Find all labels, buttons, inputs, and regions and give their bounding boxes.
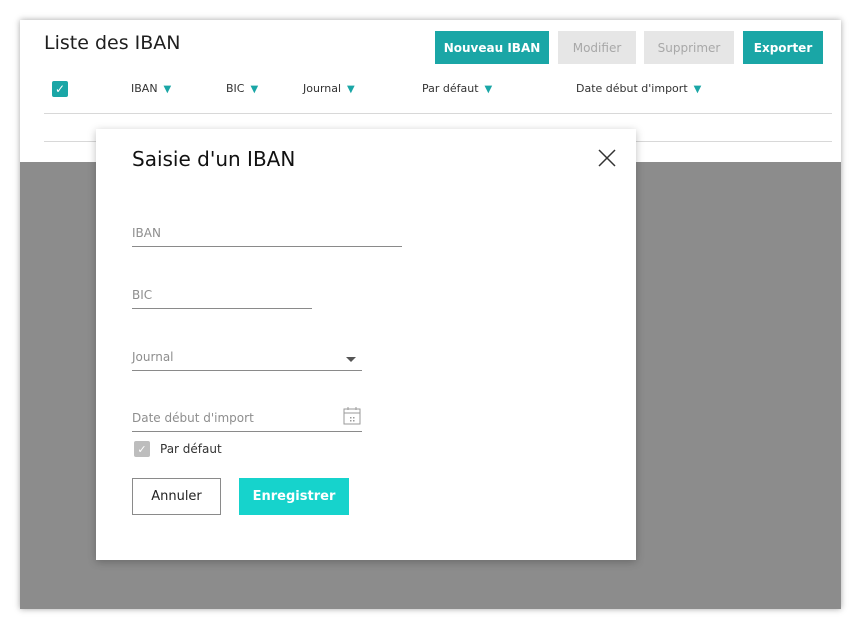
column-header-journal[interactable]: Journal ▼ <box>303 82 355 95</box>
sort-arrow-icon: ▼ <box>347 84 355 95</box>
dialog-title: Saisie d'un IBAN <box>132 147 296 171</box>
default-checkbox-row[interactable]: ✓ Par défaut <box>134 441 222 457</box>
sort-arrow-icon: ▼ <box>163 84 172 95</box>
chevron-down-icon <box>346 357 356 362</box>
table-header: ✓ IBAN ▼ BIC ▼ Journal ▼ Par défaut ▼ Date d… <box>44 76 832 114</box>
default-checkbox-label: Par défaut <box>160 442 222 456</box>
column-header-import-date[interactable]: Date début d'import ▼ <box>576 82 701 95</box>
sort-arrow-icon: ▼ <box>484 84 493 95</box>
delete-button[interactable]: Supprimer <box>644 31 734 64</box>
bic-placeholder: BIC <box>132 288 153 302</box>
column-header-iban[interactable]: IBAN ▼ <box>131 82 171 95</box>
import-date-input[interactable]: Date début d'import <box>132 406 362 432</box>
close-icon[interactable] <box>596 147 618 169</box>
iban-dialog: Saisie d'un IBAN IBAN BIC Journal Date d… <box>96 129 636 560</box>
select-all-checkbox[interactable]: ✓ <box>52 81 68 97</box>
export-button[interactable]: Exporter <box>743 31 823 64</box>
cancel-button[interactable]: Annuler <box>132 478 221 515</box>
default-checkbox[interactable]: ✓ <box>134 441 150 457</box>
sort-arrow-icon: ▼ <box>693 84 702 95</box>
iban-input[interactable]: IBAN <box>132 221 402 247</box>
sort-arrow-icon: ▼ <box>250 84 259 95</box>
column-header-default[interactable]: Par défaut ▼ <box>422 82 492 95</box>
journal-select[interactable]: Journal <box>132 345 362 371</box>
save-button[interactable]: Enregistrer <box>239 478 349 515</box>
iban-placeholder: IBAN <box>132 226 161 240</box>
page-title: Liste des IBAN <box>44 32 181 54</box>
edit-button[interactable]: Modifier <box>558 31 636 64</box>
journal-placeholder: Journal <box>132 350 174 364</box>
calendar-icon[interactable] <box>342 406 362 426</box>
import-date-placeholder: Date début d'import <box>132 411 254 425</box>
column-header-bic[interactable]: BIC ▼ <box>226 82 258 95</box>
new-iban-button[interactable]: Nouveau IBAN <box>435 31 549 64</box>
bic-input[interactable]: BIC <box>132 283 312 309</box>
